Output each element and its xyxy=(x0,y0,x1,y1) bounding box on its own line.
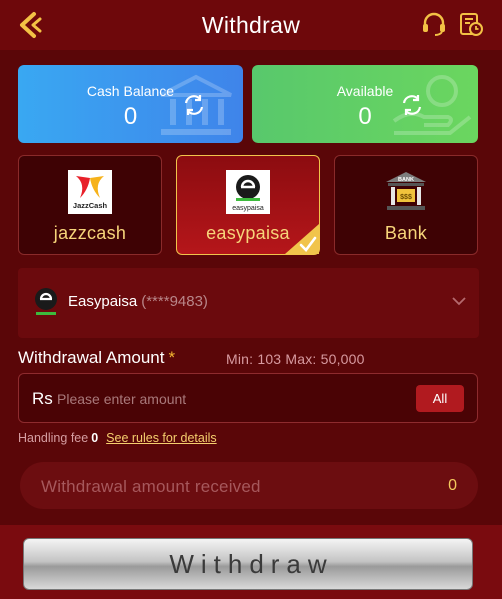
rules-link[interactable]: See rules for details xyxy=(106,431,216,445)
all-button[interactable]: All xyxy=(416,385,464,412)
svg-text:$$$: $$$ xyxy=(400,194,412,201)
method-label: jazzcash xyxy=(53,223,127,243)
withdraw-button[interactable]: Withdraw xyxy=(23,538,473,590)
account-name: Easypaisa (****9483) xyxy=(68,293,208,310)
amount-field: Rs All xyxy=(18,373,478,423)
jazzcash-logo-icon: JazzCash xyxy=(68,170,112,214)
handling-fee: Handling fee 0 See rules for details xyxy=(18,431,217,445)
available-label: Available xyxy=(336,83,394,99)
available-value: 0 xyxy=(358,103,372,130)
withdraw-button-label: Withdraw xyxy=(169,548,334,579)
amount-input[interactable] xyxy=(57,385,387,413)
amount-received-label: Withdrawal amount received xyxy=(41,477,261,496)
cash-balance-value: 0 xyxy=(123,103,138,130)
svg-text:JazzCash: JazzCash xyxy=(73,201,108,210)
account-number: (****9483) xyxy=(141,293,208,310)
currency-symbol: Rs xyxy=(32,389,53,408)
cash-balance-card: Cash Balance 0 xyxy=(18,65,243,143)
amount-range: Min: 103 Max: 50,000 xyxy=(226,351,365,367)
svg-text:easypaisa: easypaisa xyxy=(232,205,264,212)
refresh-icon[interactable] xyxy=(181,92,207,118)
refresh-icon[interactable] xyxy=(399,92,425,118)
account-selector[interactable]: Easypaisa (****9483) xyxy=(18,268,479,338)
handling-fee-value: 0 xyxy=(91,431,99,445)
available-balance-card: Available 0 xyxy=(252,65,478,143)
easypaisa-logo-icon xyxy=(35,288,57,315)
amount-received-value: 0 xyxy=(448,477,457,494)
header-bar: Withdraw xyxy=(0,0,502,50)
back-chevron-icon[interactable] xyxy=(14,10,44,40)
svg-text:BANK: BANK xyxy=(398,177,414,183)
selected-check-icon xyxy=(285,224,319,254)
method-easypaisa[interactable]: easypaisa easypaisa xyxy=(176,155,320,255)
method-bank[interactable]: BANK $$$ Bank xyxy=(334,155,478,255)
amount-label: Withdrawal Amount * xyxy=(18,348,176,367)
headset-icon[interactable] xyxy=(421,11,447,37)
amount-received-field: Withdrawal amount received 0 xyxy=(20,462,478,509)
chevron-down-icon[interactable] xyxy=(451,293,467,309)
required-mark: * xyxy=(168,348,176,367)
cash-balance-label: Cash Balance xyxy=(86,83,175,99)
page-title: Withdraw xyxy=(201,11,301,38)
method-label: Bank xyxy=(384,223,428,243)
method-jazzcash[interactable]: JazzCash jazzcash xyxy=(18,155,162,255)
bank-building-icon: BANK $$$ xyxy=(386,172,426,210)
easypaisa-logo-icon: easypaisa xyxy=(226,170,270,214)
record-history-icon[interactable] xyxy=(458,11,484,37)
